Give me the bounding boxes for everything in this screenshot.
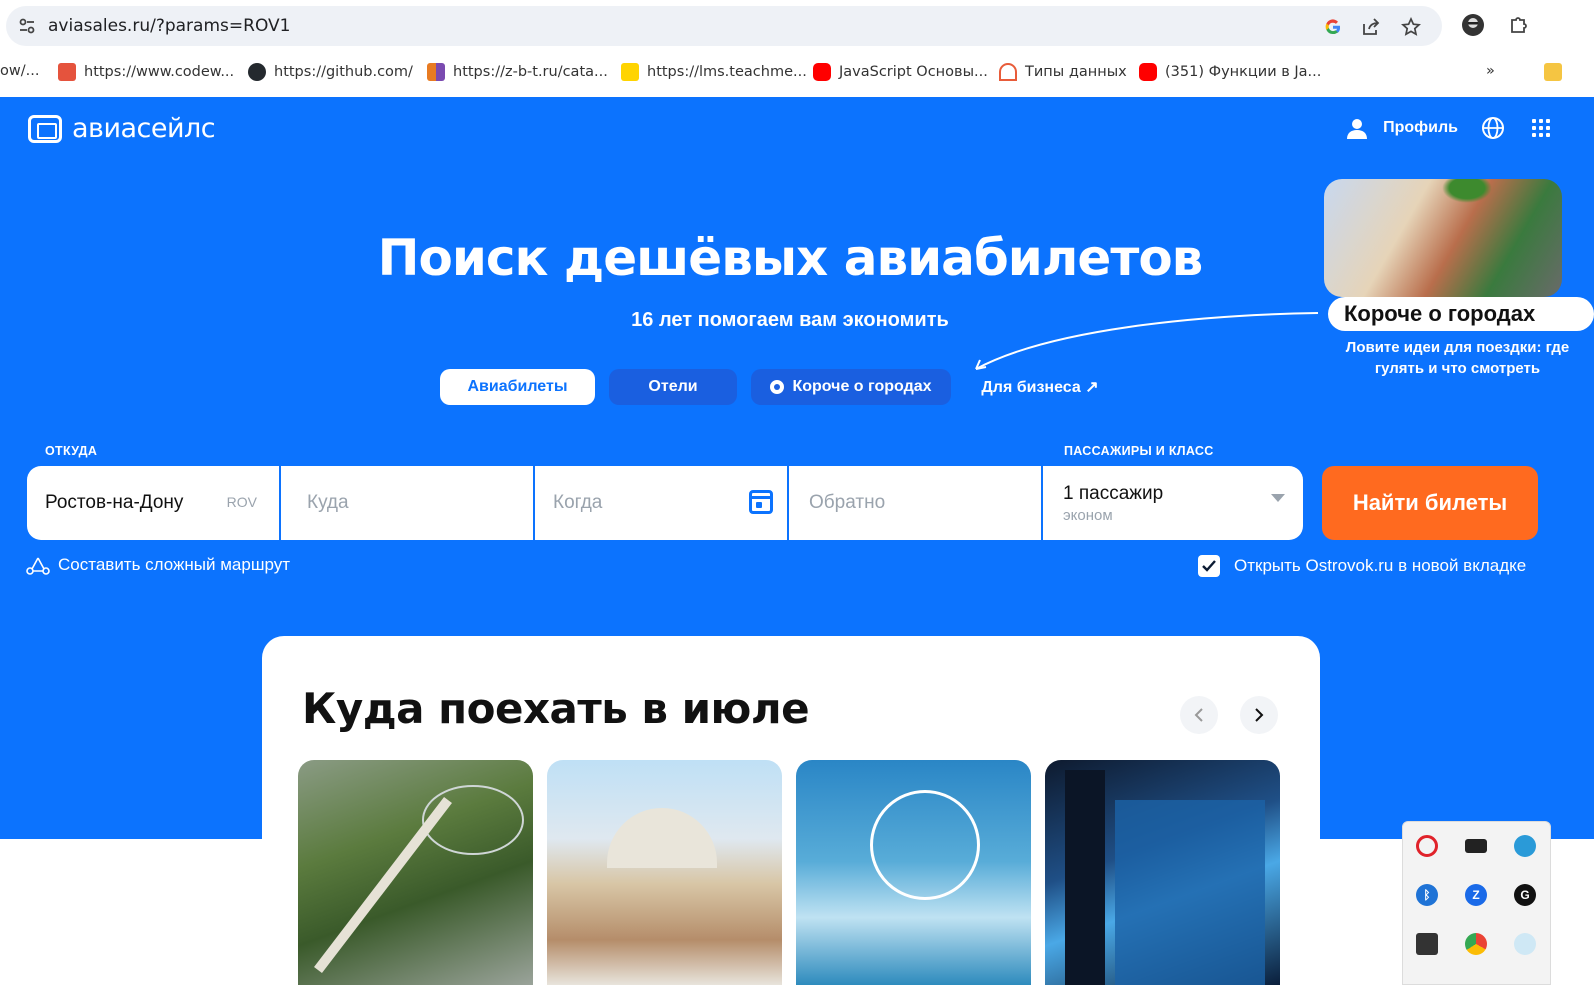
return-date-field[interactable]: Обратно	[789, 466, 1043, 540]
user-icon	[1347, 119, 1368, 139]
promo-description: Ловите идеи для поездки: где гулять и чт…	[1345, 339, 1570, 377]
grid-favicon-icon	[427, 63, 445, 81]
complex-route-link[interactable]: Составить сложный маршрут	[26, 555, 290, 575]
cities-promo[interactable]: Короче о городах Ловите идеи для поездки…	[1310, 179, 1594, 401]
bookmark-item[interactable]: ow/...	[0, 63, 39, 79]
tab-flights[interactable]: Авиабилеты	[440, 369, 595, 405]
ostrovok-checkbox[interactable]	[1198, 555, 1220, 577]
youtube-icon	[1139, 63, 1157, 81]
destination-card[interactable]	[1045, 760, 1280, 985]
bluetooth-icon[interactable]: ᛒ	[1416, 884, 1438, 906]
passengers-value: 1 пассажир	[1063, 482, 1164, 504]
codewars-icon	[58, 63, 76, 81]
figma-icon[interactable]	[1416, 933, 1438, 955]
google-icon[interactable]	[1322, 16, 1344, 38]
logo-icon	[28, 114, 62, 143]
return-placeholder: Обратно	[809, 492, 886, 513]
bookmark-item[interactable]: (351) Функции в Ja...	[1139, 63, 1321, 81]
bookmark-item[interactable]: Типы данных	[999, 63, 1127, 81]
carousel-prev-button[interactable]	[1180, 696, 1218, 734]
carousel-next-button[interactable]	[1240, 696, 1278, 734]
passengers-field[interactable]: 1 пассажир эконом	[1043, 466, 1303, 540]
origin-value: Ростов-на-Дону	[45, 492, 184, 513]
logo-text: авиасейлс	[72, 113, 216, 144]
bookmarks-overflow-button[interactable]: »	[1486, 63, 1495, 79]
from-label: ОТКУДА	[45, 444, 98, 458]
globe-icon[interactable]	[1480, 115, 1506, 141]
share-icon[interactable]	[1360, 16, 1382, 38]
bookmark-item[interactable]: JavaScript Основы...	[813, 63, 988, 81]
destination-field[interactable]: Куда	[281, 466, 535, 540]
chevron-left-icon	[1194, 708, 1203, 722]
folder-icon[interactable]	[1544, 63, 1562, 81]
browser-toolbar: aviasales.ru/?params=ROV1	[0, 0, 1594, 52]
destination-placeholder: Куда	[307, 492, 349, 513]
battery-icon[interactable]	[1465, 839, 1487, 853]
passengers-label: ПАССАЖИРЫ И КЛАСС	[1064, 444, 1214, 458]
opera-icon[interactable]	[1416, 835, 1438, 857]
ostrovok-label: Открыть Ostrovok.ru в новой вкладке	[1234, 556, 1527, 575]
bookmarks-bar: ow/... https://www.codew... https://gith…	[0, 54, 1594, 90]
antenna-icon	[999, 63, 1017, 81]
destination-card[interactable]	[298, 760, 533, 985]
promo-image	[1324, 179, 1562, 297]
apps-grid-icon[interactable]	[1528, 115, 1554, 141]
tab-cities[interactable]: Короче о городах	[751, 369, 951, 405]
complex-route-label: Составить сложный маршрут	[58, 555, 291, 574]
departure-placeholder: Когда	[553, 492, 603, 513]
telegram-icon[interactable]	[1514, 835, 1536, 857]
bookmark-item[interactable]: https://z-b-t.ru/cata...	[427, 63, 608, 81]
destinations-section: Куда поехать в июле	[262, 636, 1320, 985]
route-icon	[26, 557, 50, 575]
calendar-icon[interactable]	[749, 490, 773, 514]
bookmark-item[interactable]: https://github.com/	[248, 63, 413, 81]
destination-card[interactable]	[796, 760, 1031, 985]
destinations-carousel	[298, 760, 1280, 985]
skyscraper-image	[1065, 770, 1265, 985]
aviasales-page: авиасейлс Профиль Поиск дешёвых авиабиле…	[0, 97, 1594, 985]
bookmark-item[interactable]: https://lms.teachme...	[621, 63, 807, 81]
promo-title[interactable]: Короче о городах	[1328, 297, 1594, 331]
site-settings-icon[interactable]	[18, 17, 36, 35]
class-value: эконом	[1063, 506, 1113, 524]
chevron-right-icon	[1255, 708, 1264, 722]
palace-image	[607, 808, 717, 868]
tab-hotels[interactable]: Отели	[609, 369, 737, 405]
g-app-icon[interactable]: G	[1514, 884, 1536, 906]
ferris-wheel-image	[870, 790, 980, 900]
search-form: Ростов-на-Дону ROV Куда Когда Обратно 1 …	[27, 466, 1303, 540]
extensions-icon[interactable]	[1506, 12, 1532, 38]
chrome-icon[interactable]	[1465, 933, 1487, 955]
departure-date-field[interactable]: Когда	[535, 466, 789, 540]
ostrovok-option[interactable]: Открыть Ostrovok.ru в новой вкладке	[1198, 555, 1526, 577]
youtube-icon	[813, 63, 831, 81]
chevron-down-icon	[1271, 494, 1285, 502]
system-tray-popup: ᛒ Z G	[1402, 821, 1551, 985]
account-avatar-icon[interactable]	[1460, 12, 1486, 38]
github-icon	[248, 63, 266, 81]
logo[interactable]: авиасейлс	[28, 113, 216, 144]
url-text[interactable]: aviasales.ru/?params=ROV1	[48, 16, 290, 36]
address-bar[interactable]: aviasales.ru/?params=ROV1	[6, 6, 1442, 46]
paper-plane-icon[interactable]	[1514, 933, 1536, 955]
promo-arrow-icon	[975, 312, 1319, 370]
search-button[interactable]: Найти билеты	[1322, 466, 1538, 540]
bookmark-item[interactable]: https://www.codew...	[58, 63, 234, 81]
top-navigation: Профиль	[1345, 115, 1554, 141]
origin-code: ROV	[226, 494, 257, 510]
bookmark-star-icon[interactable]	[1400, 16, 1422, 38]
destination-card[interactable]	[547, 760, 782, 985]
origin-field[interactable]: Ростов-на-Дону ROV	[27, 466, 281, 540]
destinations-title: Куда поехать в июле	[302, 684, 810, 733]
location-pin-icon	[770, 380, 785, 394]
profile-label: Профиль	[1383, 119, 1458, 136]
profile-button[interactable]: Профиль	[1345, 116, 1458, 140]
zoom-icon[interactable]: Z	[1465, 884, 1487, 906]
park-image	[314, 785, 524, 974]
teachme-icon	[621, 63, 639, 81]
checkmark-icon	[1202, 560, 1216, 572]
